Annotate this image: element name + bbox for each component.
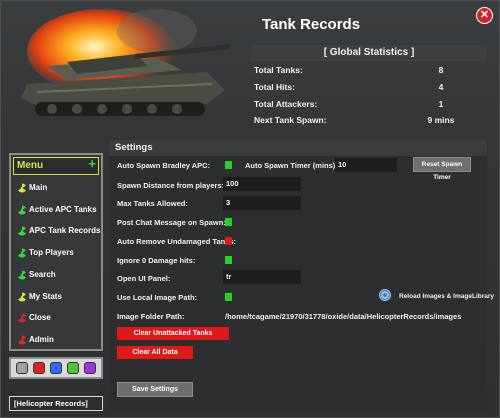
clear-all-data-button[interactable]: Clear All Data	[117, 346, 193, 359]
radiation-icon	[18, 313, 26, 323]
stat-value: 1	[438, 99, 444, 109]
theme-swatch-gray[interactable]	[16, 362, 28, 374]
theme-swatch-purple[interactable]	[84, 362, 96, 374]
stat-label: Total Hits:	[254, 82, 295, 92]
menu-item-top-players[interactable]: Top Players	[15, 247, 103, 261]
settings-header: Settings	[109, 140, 487, 156]
menu-item-label: Close	[29, 313, 51, 322]
menu-item-search[interactable]: Search	[15, 269, 103, 283]
menu-item-main[interactable]: Main	[15, 182, 103, 196]
theme-swatch-red[interactable]	[33, 362, 45, 374]
use-local-image-label: Use Local Image Path:	[117, 293, 198, 302]
reload-icon[interactable]	[379, 289, 391, 301]
menu-item-my-stats[interactable]: My Stats	[15, 291, 103, 305]
menu-item-active-apc-tanks[interactable]: Active APC Tanks	[15, 204, 103, 218]
post-chat-toggle[interactable]	[225, 218, 232, 226]
close-button[interactable]: ✕	[476, 7, 493, 24]
reset-spawn-timer-button[interactable]: Reset Spawn Timer	[413, 157, 471, 181]
stat-value: 8	[438, 65, 444, 75]
menu-item-label: Active APC Tanks	[29, 205, 97, 214]
ignore-zero-label: Ignore 0 Damage hits:	[117, 256, 196, 265]
menu-title: Menu	[17, 160, 44, 171]
auto-spawn-timer-input[interactable]: 10	[335, 158, 397, 172]
stat-label: Total Tanks:	[254, 65, 303, 75]
post-chat-label: Post Chat Message on Spawn:	[117, 218, 226, 227]
theme-swatch-blue[interactable]	[50, 362, 62, 374]
auto-spawn-timer-label: Auto Spawn Timer (mins):	[245, 161, 338, 170]
global-statistics-panel: [ Global Statistics ] Total Tanks: 8 Tot…	[251, 45, 487, 125]
global-statistics-title: [ Global Statistics ]	[251, 45, 487, 61]
save-settings-button[interactable]: Save Settings	[117, 382, 193, 397]
tank-image	[21, 9, 231, 116]
radiation-icon	[18, 292, 26, 302]
menu-item-label: My Stats	[29, 292, 62, 301]
side-menu: Menu + Main Active APC Tanks APC Tank Re…	[9, 153, 103, 351]
stat-value: 9 mins	[427, 115, 455, 125]
max-tanks-label: Max Tanks Allowed:	[117, 199, 188, 208]
theme-swatch-green[interactable]	[67, 362, 79, 374]
use-local-image-toggle[interactable]	[225, 293, 232, 301]
stat-total-attackers: Total Attackers: 1	[251, 99, 487, 113]
radiation-icon	[18, 183, 26, 193]
open-ui-label: Open UI Panel:	[117, 274, 171, 283]
menu-item-label: Top Players	[29, 248, 74, 257]
stat-label: Total Attackers:	[254, 99, 318, 109]
image-folder-label: Image Folder Path:	[117, 312, 185, 321]
stat-total-hits: Total Hits: 4	[251, 82, 487, 96]
helicopter-records-button[interactable]: [Helicopter Records]	[9, 396, 103, 411]
auto-remove-toggle[interactable]	[225, 237, 232, 245]
menu-item-apc-tank-records[interactable]: APC Tank Records	[15, 225, 103, 239]
plus-icon[interactable]: +	[88, 156, 96, 172]
max-tanks-input[interactable]: 3	[223, 196, 301, 210]
menu-item-close[interactable]: Close	[15, 312, 103, 326]
spawn-distance-label: Spawn Distance from players:	[117, 181, 225, 190]
image-folder-path[interactable]: /home/tcagame/21970/31778/oxide/data/Hel…	[225, 312, 461, 321]
menu-header: Menu +	[13, 156, 99, 175]
radiation-icon	[18, 248, 26, 258]
menu-item-label: Search	[29, 270, 56, 279]
stat-label: Next Tank Spawn:	[254, 115, 327, 125]
radiation-icon	[18, 335, 26, 345]
auto-spawn-toggle[interactable]	[225, 161, 232, 169]
menu-item-label: Main	[29, 183, 48, 192]
clear-unattacked-tanks-button[interactable]: Clear Unattacked Tanks	[117, 327, 229, 340]
radiation-icon	[18, 270, 26, 280]
stat-value: 4	[438, 82, 444, 92]
menu-item-admin[interactable]: Admin	[15, 334, 103, 348]
open-ui-input[interactable]: tr	[223, 270, 301, 284]
radiation-icon	[18, 226, 26, 236]
stat-next-tank-spawn: Next Tank Spawn: 9 mins	[251, 115, 487, 129]
auto-remove-label: Auto Remove Undamaged Tanks:	[117, 237, 237, 246]
menu-item-label: APC Tank Records	[29, 226, 101, 235]
settings-panel: Auto Spawn Bradley APC: Auto Spawn Timer…	[109, 156, 494, 411]
reload-images-label[interactable]: Reload Images & ImageLibrary	[399, 293, 494, 300]
color-theme-selector	[9, 357, 103, 379]
menu-item-label: Admin	[29, 335, 54, 344]
stat-total-tanks: Total Tanks: 8	[251, 65, 487, 79]
window-title: Tank Records	[261, 16, 361, 33]
ignore-zero-toggle[interactable]	[225, 256, 232, 264]
auto-spawn-label: Auto Spawn Bradley APC:	[117, 161, 211, 170]
tank-records-window: Tank Records ✕ [ Global Statistics ] Tot…	[0, 0, 500, 418]
spawn-distance-input[interactable]: 100	[223, 177, 301, 191]
radiation-icon	[18, 205, 26, 215]
